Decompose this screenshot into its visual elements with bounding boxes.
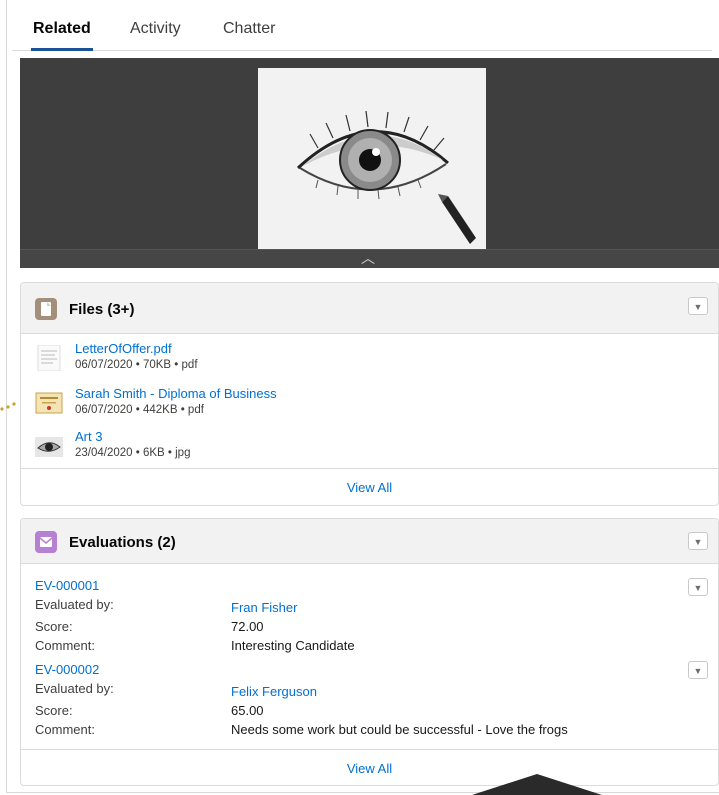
chevron-up-icon[interactable]: ︿	[361, 248, 375, 268]
evaluations-card: Evaluations (2) ▼ EV-000001 ▼ Evaluated …	[20, 518, 719, 786]
evaluations-view-all-link[interactable]: View All	[347, 761, 392, 776]
files-card: Files (3+) ▼ LetterOfOffer.pdf 06/07/202…	[20, 282, 719, 506]
files-view-all-link[interactable]: View All	[347, 480, 392, 495]
score-value: 65.00	[231, 703, 264, 718]
evaluations-card-header: Evaluations (2) ▼	[21, 519, 718, 564]
evaluation-row-menu[interactable]: ▼	[688, 578, 708, 596]
file-item[interactable]: Sarah Smith - Diploma of Business 06/07/…	[35, 386, 435, 426]
file-name-link[interactable]: Sarah Smith - Diploma of Business	[75, 386, 277, 401]
score-label: Score:	[35, 619, 73, 634]
files-view-all-footer: View All	[21, 468, 718, 505]
evaluations-view-all-footer: View All	[21, 749, 718, 786]
score-label: Score:	[35, 703, 73, 718]
chevron-down-icon: ▼	[693, 666, 703, 676]
envelope-icon	[35, 531, 57, 553]
evaluation-id-link[interactable]: EV-000002	[35, 662, 99, 677]
tab-chatter[interactable]: Chatter	[223, 20, 275, 38]
file-preview-panel: ︿	[20, 58, 719, 268]
file-meta: 23/04/2020 • 6KB • jpg	[75, 447, 191, 459]
eye-drawing-thumbnail	[35, 433, 63, 457]
file-icon	[35, 298, 57, 320]
file-meta: 06/07/2020 • 70KB • pdf	[75, 359, 198, 371]
eye-drawing-image[interactable]	[258, 68, 486, 268]
files-card-title[interactable]: Files (3+)	[69, 301, 134, 318]
file-meta: 06/07/2020 • 442KB • pdf	[75, 404, 204, 416]
preview-toggle-bar[interactable]: ︿	[20, 249, 719, 268]
tab-activity[interactable]: Activity	[130, 20, 181, 38]
tab-bar: Related Activity Chatter	[12, 16, 712, 51]
score-value: 72.00	[231, 619, 264, 634]
comment-label: Comment:	[35, 638, 95, 653]
files-menu-button[interactable]: ▼	[688, 297, 708, 315]
chevron-down-icon: ▼	[693, 537, 703, 547]
evaluations-menu-button[interactable]: ▼	[688, 532, 708, 550]
file-name-link[interactable]: Art 3	[75, 429, 102, 444]
file-item[interactable]: LetterOfOffer.pdf 06/07/2020 • 70KB • pd…	[35, 341, 435, 381]
arrow-graphic	[472, 774, 602, 795]
eye-drawing-art	[258, 68, 486, 248]
comment-label: Comment:	[35, 722, 95, 737]
files-card-header: Files (3+) ▼	[21, 283, 718, 334]
evaluator-link[interactable]: Felix Ferguson	[231, 684, 317, 699]
tab-related[interactable]: Related	[31, 20, 93, 51]
comment-value: Needs some work but could be successful …	[231, 722, 568, 737]
document-thumbnail	[35, 344, 63, 372]
chevron-down-icon: ▼	[693, 302, 703, 312]
evaluations-card-title[interactable]: Evaluations (2)	[69, 534, 176, 551]
annotation-dots	[0, 402, 16, 411]
file-name-link[interactable]: LetterOfOffer.pdf	[75, 341, 172, 356]
evaluation-row-menu[interactable]: ▼	[688, 661, 708, 679]
evaluated-by-label: Evaluated by:	[35, 597, 114, 612]
evaluator-link[interactable]: Fran Fisher	[231, 600, 297, 615]
evaluated-by-label: Evaluated by:	[35, 681, 114, 696]
certificate-thumbnail	[35, 390, 63, 414]
chevron-down-icon: ▼	[693, 583, 703, 593]
comment-value: Interesting Candidate	[231, 638, 355, 653]
file-item[interactable]: Art 3 23/04/2020 • 6KB • jpg	[35, 429, 435, 469]
evaluation-id-link[interactable]: EV-000001	[35, 578, 99, 593]
